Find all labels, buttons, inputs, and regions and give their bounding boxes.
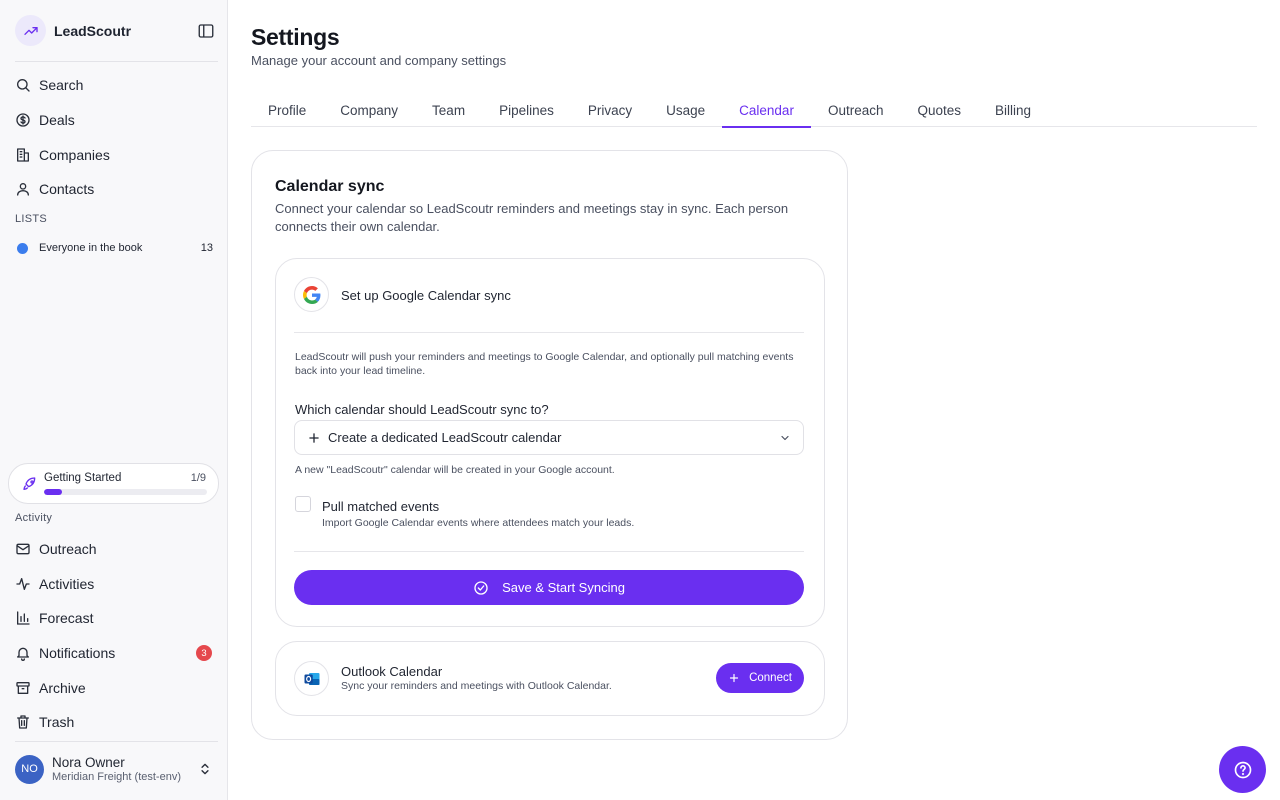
brand[interactable]: LeadScoutr — [15, 15, 131, 46]
tab-billing[interactable]: Billing — [978, 93, 1048, 127]
google-sync-title: Set up Google Calendar sync — [341, 288, 511, 303]
calendar-select-label: Which calendar should LeadScoutr sync to… — [295, 402, 549, 417]
list-item-label: Everyone in the book — [39, 242, 143, 254]
progress-fill — [44, 489, 63, 495]
nav-item-contacts[interactable]: Contacts — [15, 176, 215, 202]
google-calendar-panel: Set up Google Calendar sync LeadScoutr w… — [275, 258, 825, 627]
nav-item-deals[interactable]: Deals — [15, 107, 215, 133]
tab-outreach[interactable]: Outreach — [811, 93, 901, 127]
trending-up-icon — [15, 15, 46, 46]
pull-events-checkbox[interactable] — [295, 496, 311, 512]
nav-item-label: Archive — [39, 680, 86, 696]
rocket-icon — [22, 476, 38, 492]
page-subtitle: Manage your account and company settings — [251, 53, 507, 68]
nav-item-label: Forecast — [39, 610, 94, 626]
tab-usage[interactable]: Usage — [649, 93, 722, 127]
tab-privacy[interactable]: Privacy — [571, 93, 649, 127]
google-sync-description: LeadScoutr will push your reminders and … — [295, 351, 794, 377]
page-title: Settings — [251, 24, 340, 50]
list-color-dot — [17, 242, 28, 254]
building-icon — [15, 147, 31, 163]
chevron-down-icon — [779, 432, 791, 444]
nav-item-archive[interactable]: Archive — [15, 675, 215, 701]
outlook-title: Outlook Calendar — [341, 664, 443, 679]
notifications-badge: 3 — [196, 645, 212, 661]
activity-section-label: Activity — [15, 512, 53, 524]
chevrons-up-down-icon — [198, 762, 212, 776]
nav-item-forecast[interactable]: Forecast — [15, 605, 215, 631]
tab-company[interactable]: Company — [323, 93, 415, 127]
calendar-select-value: Create a dedicated LeadScoutr calendar — [328, 430, 562, 445]
bell-icon — [15, 645, 31, 661]
nav-item-label: Outreach — [39, 541, 97, 557]
divider — [294, 551, 804, 552]
divider — [15, 61, 218, 62]
nav-item-label: Activities — [39, 576, 95, 592]
nav-item-label: Notifications — [39, 645, 116, 661]
nav-item-search[interactable]: Search — [15, 72, 215, 98]
dollar-icon — [15, 112, 31, 128]
check-circle-icon — [474, 580, 488, 595]
nav-item-label: Companies — [39, 147, 110, 163]
sidebar: LeadScoutr Search Deals Companies Contac… — [0, 0, 228, 800]
calendar-select[interactable]: Create a dedicated LeadScoutr calendar — [294, 420, 804, 455]
outlook-description: Sync your reminders and meetings with Ou… — [341, 680, 612, 692]
user-org: Meridian Freight (test-env) — [52, 771, 181, 783]
list-item-everyone[interactable]: Everyone in the book 13 — [15, 238, 213, 258]
user-icon — [15, 181, 31, 197]
divider — [15, 741, 218, 742]
activity-icon — [15, 576, 31, 592]
nav-item-label: Deals — [39, 112, 75, 128]
nav-item-notifications[interactable]: Notifications 3 — [15, 640, 215, 666]
tab-calendar[interactable]: Calendar — [722, 93, 811, 128]
divider — [294, 332, 804, 333]
sidebar-toggle-icon[interactable] — [197, 22, 215, 40]
help-circle-icon — [1234, 761, 1251, 778]
plus-icon — [307, 431, 321, 445]
nav-item-label: Contacts — [39, 181, 95, 197]
search-icon — [15, 77, 31, 93]
getting-started-count: 1/9 — [190, 472, 206, 484]
calendar-sync-description: Connect your calendar so LeadScoutr remi… — [275, 201, 789, 234]
outlook-calendar-panel: Outlook Calendar Sync your reminders and… — [275, 641, 825, 716]
outlook-connect-button[interactable]: Connect — [716, 663, 804, 693]
bar-chart-icon — [15, 610, 31, 626]
mail-icon — [15, 541, 31, 557]
tab-profile[interactable]: Profile — [251, 93, 323, 127]
nav-item-trash[interactable]: Trash — [15, 709, 215, 735]
tab-quotes[interactable]: Quotes — [900, 93, 978, 127]
avatar: NO — [15, 754, 44, 784]
connect-button-label: Connect — [749, 672, 792, 684]
settings-tabs: Profile Company Team Pipelines Privacy U… — [251, 93, 1257, 128]
lists-section-label: LISTS — [15, 213, 48, 225]
user-name: Nora Owner — [52, 755, 125, 770]
help-button[interactable] — [1219, 746, 1266, 793]
plus-icon — [729, 673, 739, 683]
google-icon — [294, 277, 329, 312]
nav-item-outreach[interactable]: Outreach — [15, 536, 215, 562]
nav-item-label: Search — [39, 77, 84, 93]
nav-item-activities[interactable]: Activities — [15, 571, 215, 597]
tab-team[interactable]: Team — [415, 93, 482, 127]
archive-icon — [15, 680, 31, 696]
list-item-count: 13 — [200, 242, 213, 254]
calendar-select-hint: A new "LeadScoutr" calendar will be crea… — [295, 464, 615, 476]
getting-started-progress — [44, 489, 207, 495]
nav-item-label: Trash — [39, 714, 75, 730]
getting-started-title: Getting Started — [44, 472, 122, 484]
save-start-syncing-button[interactable]: Save & Start Syncing — [294, 570, 804, 605]
trash-icon — [15, 714, 31, 730]
pull-events-label: Pull matched events — [322, 499, 440, 514]
getting-started-card[interactable]: Getting Started 1/9 — [8, 463, 219, 504]
outlook-icon — [294, 661, 329, 696]
calendar-sync-title: Calendar sync — [275, 178, 385, 195]
save-button-label: Save & Start Syncing — [502, 580, 625, 595]
nav-item-companies[interactable]: Companies — [15, 142, 215, 168]
pull-events-description: Import Google Calendar events where atte… — [322, 517, 635, 529]
user-menu[interactable]: NO Nora Owner Meridian Freight (test-env… — [15, 753, 215, 785]
calendar-sync-card: Calendar sync Connect your calendar so L… — [251, 150, 848, 740]
brand-name: LeadScoutr — [54, 22, 132, 39]
tab-pipelines[interactable]: Pipelines — [482, 93, 571, 127]
